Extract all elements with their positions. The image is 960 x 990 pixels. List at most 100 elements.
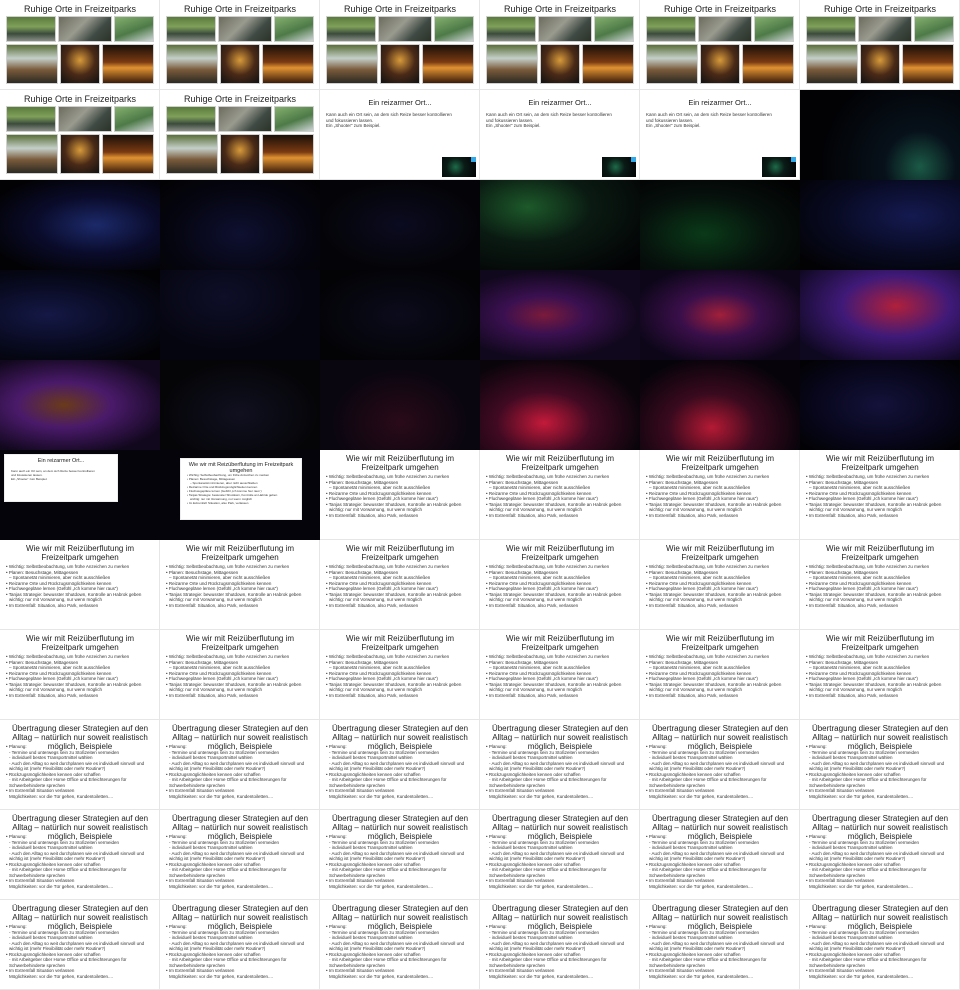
slide-thumbnail-alltag[interactable]: Übertragung dieser Strategien auf den Al… bbox=[0, 810, 160, 900]
slide-thumbnail-strategies[interactable]: Wie wir mit Reizüberflutung im Freizeitp… bbox=[800, 630, 960, 720]
slide-thumbnail-photo[interactable] bbox=[160, 180, 320, 270]
slide-thumbnail-collage[interactable]: Ruhige Orte in Freizeitparks bbox=[0, 0, 160, 90]
slide-thumbnail-photo[interactable] bbox=[0, 360, 160, 450]
park-photo bbox=[220, 44, 260, 84]
park-photo bbox=[540, 44, 580, 84]
park-photo bbox=[326, 16, 376, 42]
slide-thumbnail-photo[interactable] bbox=[320, 360, 480, 450]
slide-bullet: Im Extremfall: Situation, also Park, ver… bbox=[486, 513, 634, 519]
slide-thumbnail-strategies[interactable]: Wie wir mit Reizüberflutung im Freizeitp… bbox=[160, 630, 320, 720]
slide-title: Ein reizarmer Ort... bbox=[37, 458, 85, 464]
slide-thumbnail-alltag[interactable]: Übertragung dieser Strategien auf den Al… bbox=[800, 720, 960, 810]
park-photo bbox=[218, 106, 272, 132]
slide-body: Planung:- Termine und unterwegs sein zu … bbox=[806, 744, 954, 799]
slide-thumbnail-photo[interactable] bbox=[480, 180, 640, 270]
slide-title: Wie wir mit Reizüberflutung im Freizeitp… bbox=[825, 454, 935, 472]
slide-thumbnail-strategies[interactable]: Wie wir mit Reizüberflutung im Freizeitp… bbox=[320, 630, 480, 720]
slide-body: Planung:- Termine und unterwegs sein zu … bbox=[326, 834, 474, 889]
dark-ride-photo bbox=[800, 360, 960, 450]
slide-thumbnail-alltag[interactable]: Übertragung dieser Strategien auf den Al… bbox=[320, 810, 480, 900]
slide-thumbnail-photo[interactable] bbox=[640, 270, 800, 360]
park-photo bbox=[262, 134, 314, 174]
slide-thumbnail-alltag[interactable]: Übertragung dieser Strategien auf den Al… bbox=[800, 810, 960, 900]
dark-ride-photo bbox=[640, 180, 800, 270]
slide-thumbnail-photo[interactable] bbox=[160, 270, 320, 360]
slide-thumbnail-strategies[interactable]: Wie wir mit Reizüberflutung im Freizeitp… bbox=[800, 450, 960, 540]
slide-thumbnail-photo[interactable] bbox=[800, 90, 960, 180]
slide-thumbnail-strategies[interactable]: Wie wir mit Reizüberflutung im Freizeitp… bbox=[0, 540, 160, 630]
dark-ride-photo bbox=[320, 360, 480, 450]
slide-thumbnail-collage[interactable]: Ruhige Orte in Freizeitparks bbox=[0, 90, 160, 180]
slide-title: Wie wir mit Reizüberflutung im Freizeitp… bbox=[345, 544, 455, 562]
park-photo bbox=[646, 16, 696, 42]
slide-thumbnail-photo[interactable] bbox=[800, 360, 960, 450]
slide-thumbnail-alltag[interactable]: Übertragung dieser Strategien auf den Al… bbox=[480, 810, 640, 900]
slide-thumbnail-alltag[interactable]: Übertragung dieser Strategien auf den Al… bbox=[320, 720, 480, 810]
slide-body: Kann auch ein Ort sein, an dem sich Reiz… bbox=[486, 112, 634, 129]
slide-thumbnail-strategies[interactable]: Wie wir mit Reizüberflutung im Freizeitp… bbox=[640, 450, 800, 540]
slide-thumbnail-alltag[interactable]: Übertragung dieser Strategien auf den Al… bbox=[480, 720, 640, 810]
slide-thumbnail-strategies[interactable]: Wie wir mit Reizüberflutung im Freizeitp… bbox=[640, 630, 800, 720]
park-photo bbox=[220, 134, 260, 174]
slide-thumbnail-alltag[interactable]: Übertragung dieser Strategien auf den Al… bbox=[640, 720, 800, 810]
slide-thumbnail-alltag[interactable]: Übertragung dieser Strategien auf den Al… bbox=[0, 720, 160, 810]
slide-thumbnail-alltag[interactable]: Übertragung dieser Strategien auf den Al… bbox=[0, 900, 160, 990]
slide-thumbnail-alltag[interactable]: Übertragung dieser Strategien auf den Al… bbox=[480, 900, 640, 990]
slide-thumbnail-strategies[interactable]: Wie wir mit Reizüberflutung im Freizeitp… bbox=[0, 630, 160, 720]
slide-thumbnail-mini-strategies[interactable]: Wie wir mit Reizüberflutung im Freizeitp… bbox=[160, 450, 320, 540]
park-photo bbox=[806, 16, 856, 42]
slide-thumbnail-photo[interactable] bbox=[0, 270, 160, 360]
slide-thumbnail-reiz[interactable]: Ein reizarmer Ort... Kann auch ein Ort s… bbox=[480, 90, 640, 180]
park-photo bbox=[166, 134, 218, 174]
park-photo bbox=[58, 106, 112, 132]
slide-thumbnail-strategies[interactable]: Wie wir mit Reizüberflutung im Freizeitp… bbox=[320, 450, 480, 540]
slide-thumbnail-mini-reiz[interactable]: Ein reizarmer Ort... Kann auch ein Ort s… bbox=[0, 450, 160, 540]
slide-thumbnail-collage[interactable]: Ruhige Orte in Freizeitparks bbox=[480, 0, 640, 90]
slide-thumbnail-strategies[interactable]: Wie wir mit Reizüberflutung im Freizeitp… bbox=[480, 450, 640, 540]
slide-thumbnail-alltag[interactable]: Übertragung dieser Strategien auf den Al… bbox=[640, 810, 800, 900]
slide-thumbnail-photo[interactable] bbox=[480, 270, 640, 360]
slide-thumbnail-photo[interactable] bbox=[800, 180, 960, 270]
slide-thumbnail-photo[interactable] bbox=[320, 180, 480, 270]
slide-thumbnail-alltag[interactable]: Übertragung dieser Strategien auf den Al… bbox=[160, 810, 320, 900]
park-photo bbox=[58, 16, 112, 42]
slide-thumbnail-photo[interactable] bbox=[800, 270, 960, 360]
park-photo bbox=[166, 106, 216, 132]
slide-thumbnail-collage[interactable]: Ruhige Orte in Freizeitparks bbox=[160, 90, 320, 180]
slide-thumbnail-strategies[interactable]: Wie wir mit Reizüberflutung im Freizeitp… bbox=[480, 540, 640, 630]
slide-bullet: Im Extremfall: Situation, also Park, ver… bbox=[646, 693, 794, 699]
slide-title: Ruhige Orte in Freizeitparks bbox=[823, 4, 937, 14]
slide-title: Ein reizarmer Ort... bbox=[528, 98, 592, 107]
slide-thumbnail-reiz[interactable]: Ein reizarmer Ort... Kann auch ein Ort s… bbox=[320, 90, 480, 180]
slide-thumbnail-collage[interactable]: Ruhige Orte in Freizeitparks bbox=[640, 0, 800, 90]
slide-thumbnail-alltag[interactable]: Übertragung dieser Strategien auf den Al… bbox=[160, 720, 320, 810]
slide-thumbnail-photo[interactable] bbox=[320, 270, 480, 360]
slide-thumbnail-collage[interactable]: Ruhige Orte in Freizeitparks bbox=[800, 0, 960, 90]
slide-thumbnail-alltag[interactable]: Übertragung dieser Strategien auf den Al… bbox=[800, 900, 960, 990]
slide-thumbnail-strategies[interactable]: Wie wir mit Reizüberflutung im Freizeitp… bbox=[640, 540, 800, 630]
slide-thumbnail-photo[interactable] bbox=[640, 180, 800, 270]
slide-thumbnail-collage[interactable]: Ruhige Orte in Freizeitparks bbox=[320, 0, 480, 90]
slide-thumbnail-strategies[interactable]: Wie wir mit Reizüberflutung im Freizeitp… bbox=[800, 540, 960, 630]
slide-thumbnail-reiz[interactable]: Ein reizarmer Ort... Kann auch ein Ort s… bbox=[640, 90, 800, 180]
slide-body: Wichtig: Selbstbeobachtung, um frühe Anz… bbox=[486, 474, 634, 518]
slide-thumbnail-strategies[interactable]: Wie wir mit Reizüberflutung im Freizeitp… bbox=[160, 540, 320, 630]
reduced-slide: Ein reizarmer Ort... Kann auch ein Ort s… bbox=[4, 454, 118, 502]
park-photo bbox=[60, 134, 100, 174]
slide-thumbnail-alltag[interactable]: Übertragung dieser Strategien auf den Al… bbox=[320, 900, 480, 990]
slide-body: Wichtig: Selbstbeobachtung, um frühe Anz… bbox=[6, 564, 154, 608]
slide-thumbnail-photo[interactable] bbox=[160, 360, 320, 450]
slide-thumbnail-strategies[interactable]: Wie wir mit Reizüberflutung im Freizeitp… bbox=[320, 540, 480, 630]
slide-thumbnail-strategies[interactable]: Wie wir mit Reizüberflutung im Freizeitp… bbox=[480, 630, 640, 720]
dark-ride-photo bbox=[0, 270, 160, 360]
slide-thumbnail-alltag[interactable]: Übertragung dieser Strategien auf den Al… bbox=[160, 900, 320, 990]
slide-body: Planung:- Termine und unterwegs sein zu … bbox=[806, 924, 954, 979]
slide-bullet: Möglichkeiten: vor die Tür gehen, Kunden… bbox=[809, 793, 913, 799]
slide-thumbnail-photo[interactable] bbox=[640, 360, 800, 450]
slide-thumbnail-photo[interactable] bbox=[480, 360, 640, 450]
slide-title: Ruhige Orte in Freizeitparks bbox=[183, 94, 297, 104]
slide-thumbnail-collage[interactable]: Ruhige Orte in Freizeitparks bbox=[160, 0, 320, 90]
slide-bullet: Im Extremfall: Situation, also Park, ver… bbox=[6, 693, 154, 699]
slide-thumbnail-photo[interactable] bbox=[0, 180, 160, 270]
slide-thumbnail-alltag[interactable]: Übertragung dieser Strategien auf den Al… bbox=[640, 900, 800, 990]
